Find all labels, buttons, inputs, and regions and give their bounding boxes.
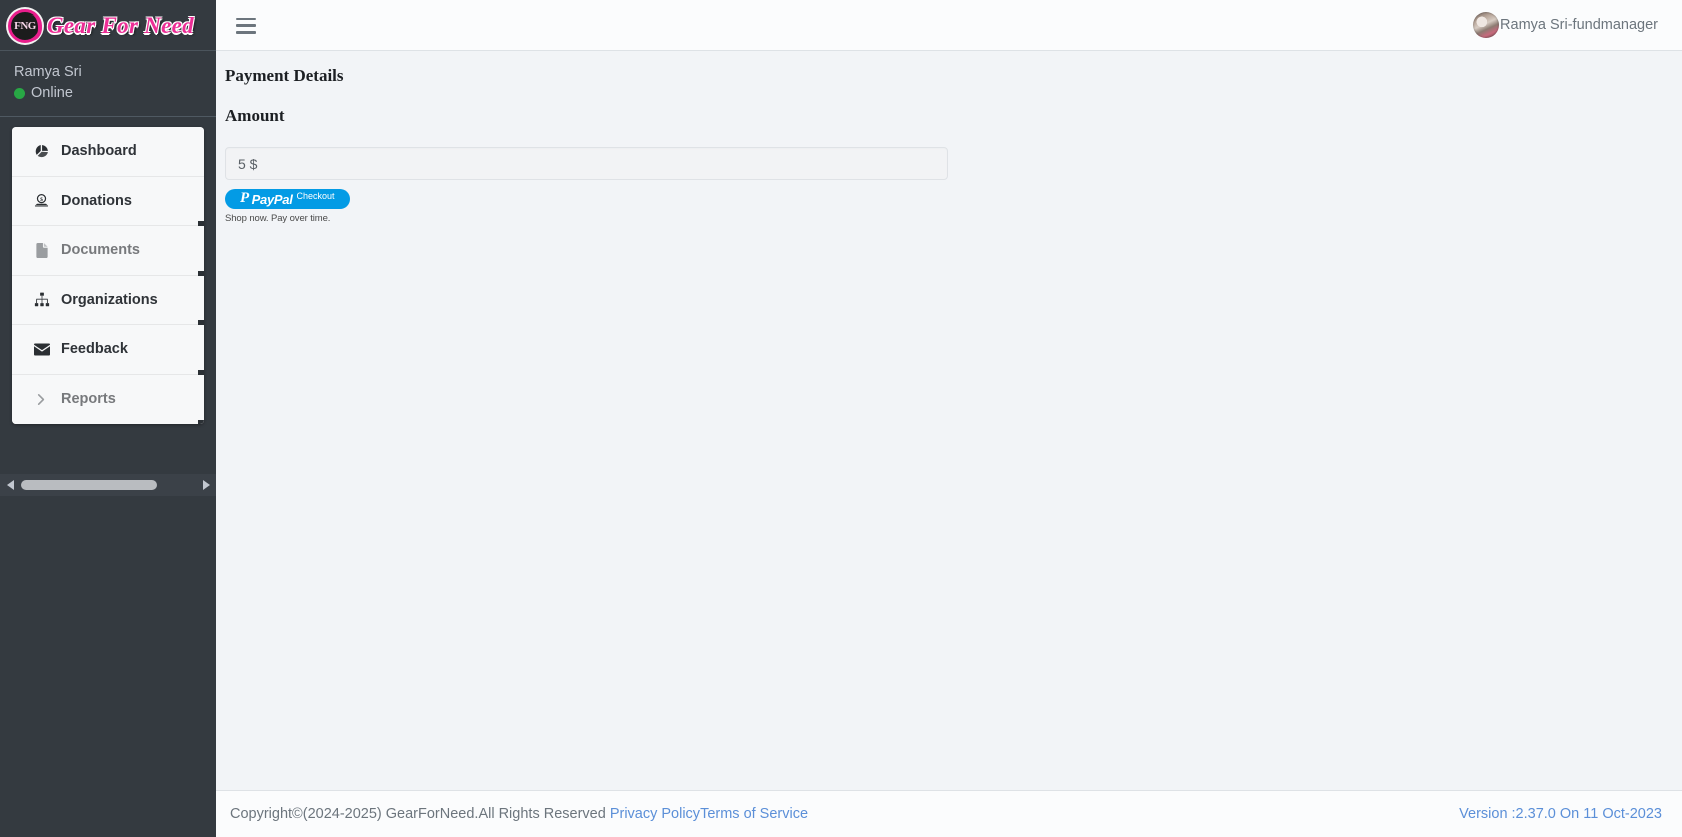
sidebar-user-name: Ramya Sri	[14, 64, 82, 80]
brand-name: Gear For Need	[47, 13, 194, 38]
paypal-tagline: Shop now. Pay over time.	[225, 213, 331, 224]
sidebar-item-reports[interactable]: Reports	[12, 374, 204, 424]
sidebar-user-status-label: Online	[31, 85, 73, 101]
footer-copyright-text: Copyright©(2024-2025) GearForNeed.All Ri…	[230, 806, 610, 822]
sidebar: FNG Gear For Need Ramya Sri Online Dashb…	[0, 0, 216, 837]
brand-logo: FNG Gear For Need	[8, 9, 194, 43]
brand-header[interactable]: FNG Gear For Need	[0, 0, 216, 51]
sidebar-user-panel: Ramya Sri Online	[0, 51, 216, 117]
sidebar-item-documents[interactable]: Documents	[12, 226, 204, 278]
privacy-policy-link[interactable]: Privacy Policy	[610, 806, 700, 822]
amount-field-row	[216, 147, 1682, 180]
terms-of-service-link[interactable]: Terms of Service	[700, 806, 808, 822]
brand-badge-icon: FNG	[8, 9, 42, 43]
nav-tick-marker	[198, 420, 204, 424]
topbar-username: Ramya Sri-fundmanager	[1500, 17, 1658, 33]
avatar	[1473, 12, 1500, 38]
chevron-right-icon	[33, 392, 50, 407]
scrollbar-right-arrow-icon[interactable]	[200, 478, 212, 492]
sidebar-item-label: Documents	[61, 242, 140, 259]
scrollbar-track[interactable]	[21, 480, 195, 490]
paypal-checkout-label: Checkout	[296, 190, 335, 201]
footer-copyright: Copyright©(2024-2025) GearForNeed.All Ri…	[230, 806, 808, 822]
sidebar-nav: Dashboard $ Donations Documents Organiza…	[0, 117, 216, 424]
donation-icon: $	[33, 193, 50, 208]
app-root: FNG Gear For Need Ramya Sri Online Dashb…	[0, 0, 1682, 837]
footer-version: Version :2.37.0 On 11 Oct-2023	[1459, 806, 1662, 822]
hamburger-icon[interactable]	[236, 17, 256, 34]
pie-chart-icon	[33, 144, 50, 159]
topbar: Ramya Sri-fundmanager	[216, 0, 1682, 51]
paypal-checkout-area: P PayPal Checkout	[216, 189, 1682, 209]
scrollbar-left-arrow-icon[interactable]	[4, 478, 16, 492]
sitemap-icon	[33, 292, 50, 307]
amount-input[interactable]	[225, 147, 948, 180]
paypal-checkout-button[interactable]: P PayPal Checkout	[225, 189, 350, 209]
topbar-user-menu[interactable]: Ramya Sri-fundmanager	[1473, 12, 1668, 38]
sidebar-nav-card: Dashboard $ Donations Documents Organiza…	[12, 127, 204, 424]
paypal-wordmark: PayPal	[251, 191, 293, 207]
document-icon	[33, 242, 50, 258]
scrollbar-thumb[interactable]	[21, 480, 157, 490]
sidebar-item-feedback[interactable]: Feedback	[12, 325, 204, 377]
sidebar-item-label: Reports	[61, 391, 116, 408]
sidebar-item-dashboard[interactable]: Dashboard	[12, 127, 204, 177]
footer: Copyright©(2024-2025) GearForNeed.All Ri…	[216, 790, 1682, 837]
sidebar-horizontal-scrollbar[interactable]	[0, 474, 216, 496]
content-area: Payment Details Amount P PayPal Checkout…	[216, 51, 1682, 790]
envelope-icon	[33, 343, 50, 356]
sidebar-user-status: Online	[14, 84, 204, 103]
sidebar-item-label: Donations	[61, 192, 132, 209]
sidebar-item-donations[interactable]: $ Donations	[12, 176, 204, 228]
sidebar-item-label: Feedback	[61, 341, 128, 358]
brand-badge-text: FNG	[14, 19, 36, 32]
sidebar-item-label: Dashboard	[61, 143, 137, 160]
paypal-logo-icon: P	[240, 189, 249, 206]
online-status-dot-icon	[14, 88, 25, 99]
sidebar-item-label: Organizations	[61, 291, 158, 308]
svg-text:$: $	[40, 196, 43, 203]
main-area: Ramya Sri-fundmanager Payment Details Am…	[216, 0, 1682, 837]
amount-section-title: Amount	[225, 106, 285, 125]
sidebar-item-organizations[interactable]: Organizations	[12, 275, 204, 327]
page-title: Payment Details	[225, 66, 344, 85]
